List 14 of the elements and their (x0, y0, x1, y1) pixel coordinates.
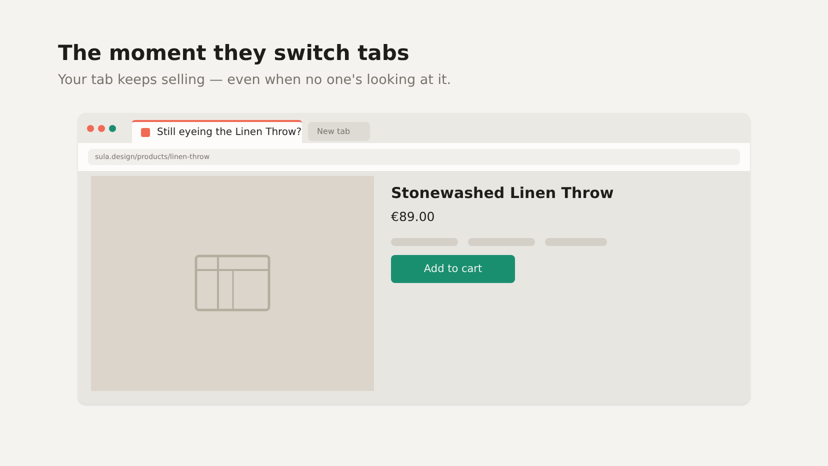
browser-tab[interactable]: New tab (308, 122, 370, 141)
maximize-icon[interactable] (109, 124, 116, 132)
placeholder-line (391, 238, 458, 246)
product-price: €89.00 (391, 209, 436, 224)
add-to-cart-button[interactable]: Add to cart (391, 255, 515, 283)
browser-tab[interactable]: Still eyeing the Linen Throw? (132, 120, 302, 143)
placeholder-line (468, 238, 535, 246)
close-icon[interactable] (87, 124, 94, 132)
minimize-icon[interactable] (98, 124, 105, 132)
product-title: Stonewashed Linen Throw (391, 184, 614, 202)
page-heading: The moment they switch tabs (58, 40, 410, 66)
favicon-icon (141, 128, 150, 137)
placeholder-line (545, 238, 607, 246)
page-subtitle: Your tab keeps selling — even when no one's looking at it. (58, 72, 452, 88)
